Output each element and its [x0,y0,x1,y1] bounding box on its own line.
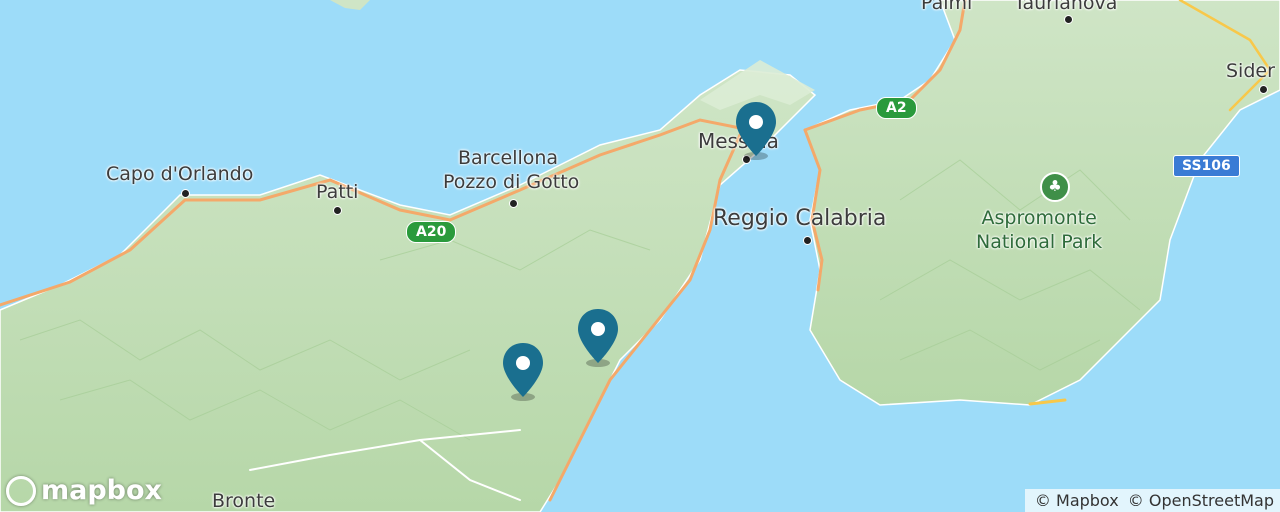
map-base-layer [0,0,1280,512]
place-dot-barcellona [509,199,518,208]
park-tree-icon: ♣ [1040,172,1070,202]
attribution-osm-link[interactable]: © OpenStreetMap [1128,491,1274,510]
road-shield-a2: A2 [876,97,917,119]
park-label-line1: Aspromonte [981,207,1097,229]
place-dot-patti [333,206,342,215]
calabria-landmass [804,0,1280,406]
place-label-reggio-calabria: Reggio Calabria [713,206,887,231]
mapbox-logo-icon [6,475,36,506]
park-label-line2: National Park [976,231,1103,253]
place-label-bronte: Bronte [212,490,276,512]
sicily-landmass [0,69,817,512]
mapbox-logo[interactable]: mapbox [6,475,162,506]
map-marker-messina[interactable] [734,100,778,160]
map-marker-west[interactable] [501,341,545,401]
park-label: Aspromonte National Park [976,206,1102,254]
place-label-capo-dorlando: Capo d'Orlando [106,163,254,185]
place-label-siderno: Sider [1226,60,1275,82]
place-label-barcellona: Barcellona [458,147,559,169]
attribution-bar: © Mapbox © OpenStreetMap [1024,489,1280,512]
place-dot-siderno [1259,85,1268,94]
attribution-mapbox-link[interactable]: © Mapbox [1035,491,1119,510]
place-label-pozzo-di-gotto: Pozzo di Gotto [443,171,580,193]
road-shield-ss106: SS106 [1173,155,1240,177]
place-label-patti: Patti [316,181,359,203]
mapbox-logo-text: mapbox [41,475,162,506]
road-shield-a20: A20 [406,221,457,243]
place-dot-taurianova [1064,15,1073,24]
map-canvas[interactable]: Capo d'Orlando Patti Barcellona Pozzo di… [0,0,1280,512]
map-marker-east[interactable] [576,307,620,367]
place-label-taurianova: Taurianova [1014,0,1118,14]
place-dot-capo-dorlando [181,189,190,198]
place-dot-reggio-calabria [803,236,812,245]
place-label-palmi: Palmi [921,0,973,14]
